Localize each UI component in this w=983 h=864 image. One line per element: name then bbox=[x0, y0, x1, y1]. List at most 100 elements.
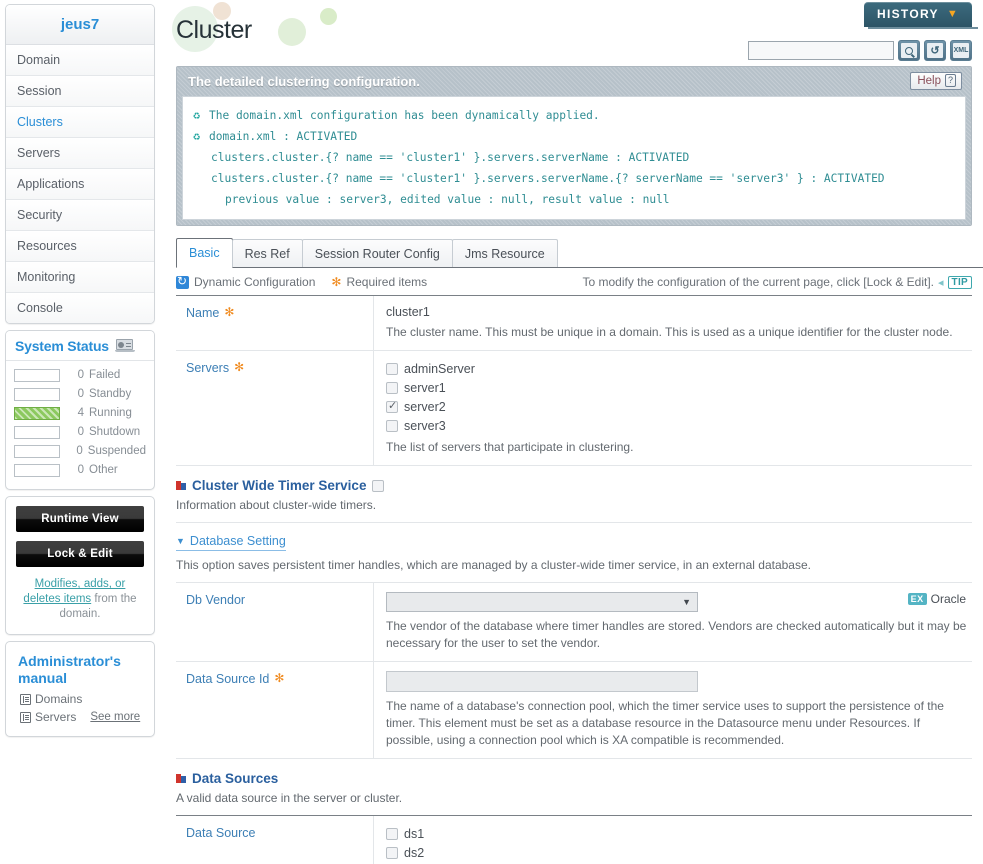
info-panel-header: The detailed clustering configuration. H… bbox=[182, 72, 966, 96]
status-label: Suspended bbox=[87, 445, 146, 457]
legend-row: Dynamic Configuration ✻ Required items T… bbox=[176, 268, 972, 295]
server-item[interactable]: adminServer bbox=[386, 360, 968, 379]
server-item[interactable]: server2 bbox=[386, 398, 968, 417]
data-source-item[interactable]: ds2 bbox=[386, 844, 968, 863]
info-panel: The detailed clustering configuration. H… bbox=[176, 66, 972, 226]
status-row: 0 Suspended bbox=[14, 443, 146, 459]
admin-link-servers[interactable]: Servers See more bbox=[6, 708, 154, 726]
data-sources-table: Data Source ds1ds2ds3 A data source ID t… bbox=[176, 815, 972, 864]
sidebar-item-clusters[interactable]: Clusters bbox=[6, 107, 154, 138]
db-vendor-description: The vendor of the database where timer h… bbox=[386, 619, 967, 650]
name-value-cell: cluster1 The cluster name. This must be … bbox=[374, 296, 972, 350]
search-icon[interactable] bbox=[898, 40, 920, 61]
sidebar-item-console[interactable]: Console bbox=[6, 293, 154, 323]
form-row-servers: Servers ✻ adminServer server1 server2 serve… bbox=[176, 351, 972, 466]
data-source-id-description: The name of a database's connection pool… bbox=[386, 699, 944, 747]
dynamic-config-icon bbox=[176, 274, 189, 289]
example-value: Oracle bbox=[930, 592, 966, 606]
server-label: server1 bbox=[404, 381, 446, 395]
tab-jms-resource[interactable]: Jms Resource bbox=[451, 239, 558, 267]
data-source-checkbox[interactable] bbox=[386, 828, 398, 840]
asterisk-icon: ✻ bbox=[331, 275, 342, 289]
sidebar-item-domain[interactable]: Domain bbox=[6, 45, 154, 76]
tab-res-ref[interactable]: Res Ref bbox=[231, 239, 303, 267]
log-line-text: clusters.cluster.{? name == 'cluster1' }… bbox=[211, 172, 885, 185]
history-underline bbox=[868, 27, 978, 29]
timer-service-checkbox[interactable] bbox=[372, 479, 385, 492]
history-button[interactable]: HISTORY ▼ bbox=[864, 2, 972, 27]
runtime-view-button[interactable]: Runtime View bbox=[16, 506, 144, 532]
xml-export-icon[interactable]: XML bbox=[950, 40, 972, 61]
system-status-title: System Status bbox=[15, 338, 109, 354]
sidebar-item-servers[interactable]: Servers bbox=[6, 138, 154, 169]
actions-panel: Runtime View Lock & Edit Modifies, adds,… bbox=[5, 496, 155, 635]
servers-label-cell: Servers ✻ bbox=[176, 351, 374, 465]
sidebar-item-security[interactable]: Security bbox=[6, 200, 154, 231]
status-row: 0 Shutdown bbox=[14, 424, 146, 440]
data-source-id-input[interactable] bbox=[386, 671, 698, 692]
server-checkbox[interactable] bbox=[386, 420, 398, 432]
refresh-icon: ♻ bbox=[193, 129, 201, 143]
domain-title: jeus7 bbox=[6, 5, 154, 45]
status-bar bbox=[14, 463, 60, 477]
monitor-chart-icon[interactable] bbox=[114, 339, 135, 353]
refresh-icon: ♻ bbox=[193, 108, 201, 122]
data-source-checkbox[interactable] bbox=[386, 847, 398, 859]
admin-link-domains[interactable]: Domains bbox=[6, 690, 154, 708]
server-checkbox[interactable] bbox=[386, 363, 398, 375]
database-setting-toggle[interactable]: ▼ Database Setting bbox=[176, 523, 972, 552]
server-checkbox[interactable] bbox=[386, 399, 398, 413]
database-setting-label: Database Setting bbox=[189, 534, 286, 548]
log-line-text: clusters.cluster.{? name == 'cluster1' }… bbox=[211, 151, 690, 164]
main-content: Cluster HISTORY ▼ ↺ XML The detailed clu… bbox=[160, 0, 983, 864]
db-vendor-example: EX Oracle bbox=[907, 592, 966, 606]
form-row-data-source: Data Source ds1ds2ds3 A data source ID t… bbox=[176, 816, 972, 864]
db-vendor-label-cell: Db Vendor bbox=[176, 583, 374, 661]
panel-spacer bbox=[6, 726, 154, 736]
section-marker-icon bbox=[176, 480, 186, 491]
history-button-label: HISTORY bbox=[877, 7, 939, 21]
status-row: 0 Other bbox=[14, 462, 146, 478]
data-source-label-cell: Data Source bbox=[176, 816, 374, 864]
tip-badge: TIP bbox=[947, 275, 972, 289]
status-row: 0 Standby bbox=[14, 386, 146, 402]
page-title: Cluster bbox=[176, 16, 252, 44]
status-count: 0 bbox=[77, 464, 84, 476]
data-sources-header: Data Sources bbox=[176, 759, 972, 788]
status-bar bbox=[14, 425, 60, 439]
sidebar-item-applications[interactable]: Applications bbox=[6, 169, 154, 200]
chevron-down-icon: ▼ bbox=[946, 8, 959, 20]
refresh-icon[interactable]: ↺ bbox=[924, 40, 946, 61]
status-bar bbox=[14, 387, 60, 401]
question-mark-icon: ? bbox=[944, 74, 956, 87]
sidebar-item-resources[interactable]: Resources bbox=[6, 231, 154, 262]
help-button-label: Help bbox=[917, 74, 941, 87]
database-setting-description: This option saves persistent timer handl… bbox=[176, 552, 972, 583]
see-more-link[interactable]: See more bbox=[90, 711, 140, 723]
name-description: The cluster name. This must be unique in… bbox=[386, 325, 953, 339]
data-sources-description: A valid data source in the server or clu… bbox=[176, 791, 403, 805]
data-source-id-value-cell: The name of a database's connection pool… bbox=[374, 662, 972, 758]
tab-basic[interactable]: Basic bbox=[176, 238, 233, 268]
status-count: 0 bbox=[77, 388, 84, 400]
help-button[interactable]: Help ? bbox=[910, 72, 962, 90]
search-input[interactable] bbox=[748, 41, 894, 60]
tab-session-router-config[interactable]: Session Router Config bbox=[301, 239, 453, 267]
sidebar-item-session[interactable]: Session bbox=[6, 76, 154, 107]
admin-manual-panel: Administrator's manual Domains Servers S… bbox=[5, 641, 155, 737]
data-source-item[interactable]: ds1 bbox=[386, 825, 968, 844]
data-source-label: Data Source bbox=[186, 826, 256, 840]
status-count: 0 bbox=[76, 445, 83, 457]
server-checkbox[interactable] bbox=[386, 382, 398, 394]
server-item[interactable]: server3 bbox=[386, 417, 968, 436]
basic-form-table: Name ✻ cluster1 The cluster name. This m… bbox=[176, 295, 972, 466]
server-item[interactable]: server1 bbox=[386, 379, 968, 398]
lock-and-edit-button[interactable]: Lock & Edit bbox=[16, 541, 144, 567]
status-row: 0 Failed bbox=[14, 367, 146, 383]
log-line-text: domain.xml : ACTIVATED bbox=[209, 130, 358, 143]
legend-dynamic-configuration: Dynamic Configuration bbox=[176, 274, 315, 289]
decorative-bubble bbox=[320, 8, 337, 25]
log-line-text: previous value : server3, edited value :… bbox=[225, 193, 670, 206]
sidebar-item-monitoring[interactable]: Monitoring bbox=[6, 262, 154, 293]
db-vendor-select[interactable]: ▼ bbox=[386, 592, 698, 612]
